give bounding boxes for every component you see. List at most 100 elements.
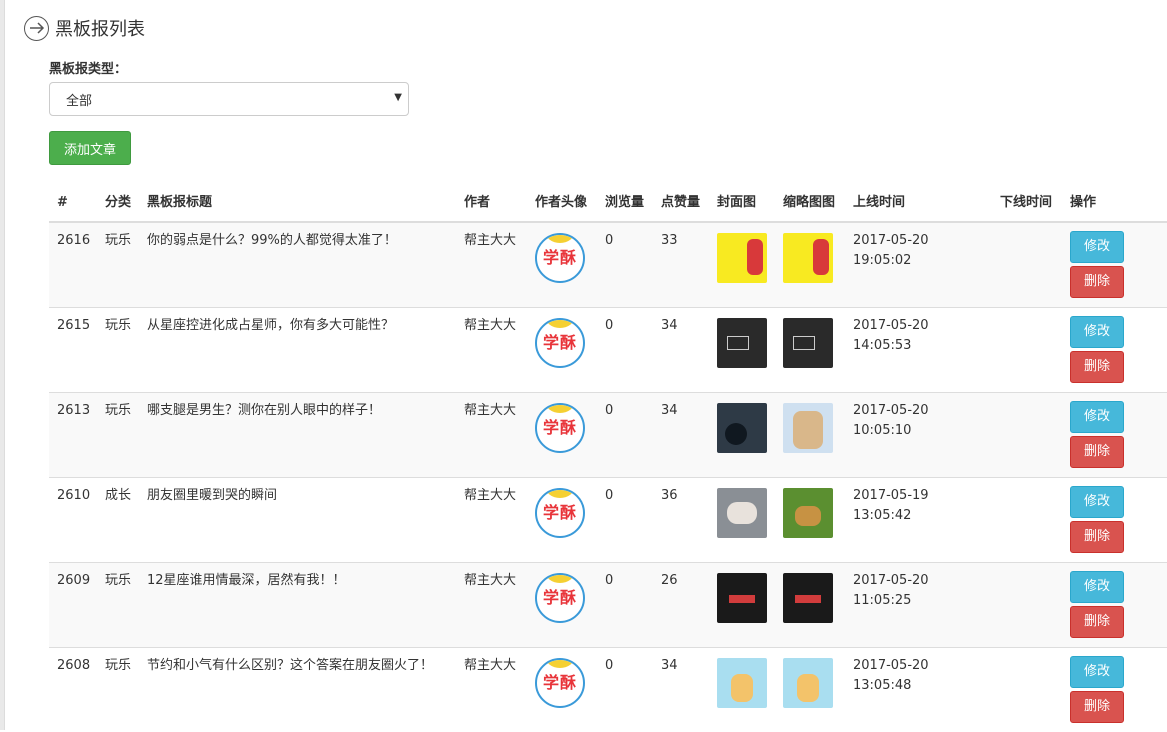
row-offline-time <box>992 476 1062 562</box>
row-views: 0 <box>597 306 653 392</box>
cover-image <box>717 317 767 368</box>
row-likes: 34 <box>653 306 709 392</box>
row-offline-time <box>992 391 1062 477</box>
thumbnail-image <box>783 487 833 538</box>
col-header-thumbnail: 缩略图图 <box>775 171 845 223</box>
col-header-title: 黑板报标题 <box>139 171 456 223</box>
delete-button[interactable]: 删除 <box>1070 350 1124 383</box>
row-id: 2613 <box>49 391 97 477</box>
left-scroll-edge <box>0 0 5 730</box>
row-author: 帮主大大 <box>456 476 527 562</box>
arrow-right-circle-icon <box>24 15 49 41</box>
author-avatar: 学酥 <box>535 487 585 538</box>
table-header-row: # 分类 黑板报标题 作者 作者头像 浏览量 点赞量 封面图 缩略图图 上线时间… <box>49 171 1167 223</box>
row-online-date: 2017-05-20 <box>853 233 929 248</box>
row-likes: 33 <box>653 221 709 307</box>
col-header-views: 浏览量 <box>597 171 653 223</box>
delete-button[interactable]: 删除 <box>1070 520 1124 553</box>
edit-button[interactable]: 修改 <box>1070 570 1124 603</box>
table-row: 2613 玩乐 哪支腿是男生？测你在别人眼中的样子！ 帮主大大 学酥 0 34 … <box>49 391 1167 477</box>
row-category: 玩乐 <box>97 306 139 392</box>
row-online-time: 19:05:02 <box>853 253 912 268</box>
col-header-online-time: 上线时间 <box>845 171 992 223</box>
cover-image <box>717 657 767 708</box>
row-category: 玩乐 <box>97 646 139 732</box>
cover-image <box>717 402 767 453</box>
row-author: 帮主大大 <box>456 221 527 307</box>
add-article-button[interactable]: 添加文章 <box>49 131 131 165</box>
row-id: 2616 <box>49 221 97 307</box>
row-id: 2615 <box>49 306 97 392</box>
cover-image <box>717 572 767 623</box>
cover-image <box>717 487 767 538</box>
col-header-cover: 封面图 <box>709 171 775 223</box>
edit-button[interactable]: 修改 <box>1070 315 1124 348</box>
row-online-date: 2017-05-20 <box>853 402 929 418</box>
avatar-text: 学酥 <box>542 587 577 607</box>
author-avatar: 学酥 <box>535 233 585 283</box>
thumbnail-image <box>783 317 833 368</box>
edit-button[interactable]: 修改 <box>1070 231 1124 263</box>
avatar-text: 学酥 <box>542 332 577 352</box>
row-online-time: 11:05:25 <box>853 592 912 608</box>
delete-button[interactable]: 删除 <box>1070 266 1124 298</box>
table-row: 2616 玩乐 你的弱点是什么？99%的人都觉得太准了！ 帮主大大 学酥 0 3… <box>49 221 1167 307</box>
chevron-down-icon: ▼ <box>394 92 402 103</box>
category-select[interactable]: 全部 ▼ <box>49 82 409 116</box>
row-author: 帮主大大 <box>456 391 527 477</box>
row-id: 2609 <box>49 561 97 647</box>
table-row: 2615 玩乐 从星座控进化成占星师，你有多大可能性？ 帮主大大 学酥 0 34… <box>49 306 1167 392</box>
row-title: 12星座谁用情最深，居然有我！！ <box>139 561 456 647</box>
author-avatar: 学酥 <box>535 572 585 623</box>
blackboard-table: # 分类 黑板报标题 作者 作者头像 浏览量 点赞量 封面图 缩略图图 上线时间… <box>49 171 1167 732</box>
avatar-text: 学酥 <box>542 417 577 437</box>
row-views: 0 <box>597 561 653 647</box>
row-author: 帮主大大 <box>456 306 527 392</box>
avatar-text: 学酥 <box>542 502 577 522</box>
row-title: 朋友圈里暖到哭的瞬间 <box>139 476 456 562</box>
category-select-value: 全部 <box>66 93 93 109</box>
row-title: 节约和小气有什么区别？这个答案在朋友圈火了！ <box>139 646 456 732</box>
row-views: 0 <box>597 646 653 732</box>
edit-button[interactable]: 修改 <box>1070 655 1124 688</box>
thumbnail-image <box>783 233 833 283</box>
row-online-date: 2017-05-20 <box>853 317 929 333</box>
page-header: 黑板报列表 <box>24 14 145 42</box>
row-category: 玩乐 <box>97 391 139 477</box>
row-views: 0 <box>597 221 653 307</box>
col-header-avatar: 作者头像 <box>527 171 597 223</box>
row-category: 成长 <box>97 476 139 562</box>
edit-button[interactable]: 修改 <box>1070 400 1124 433</box>
delete-button[interactable]: 删除 <box>1070 605 1124 638</box>
row-id: 2610 <box>49 476 97 562</box>
col-header-offline-time: 下线时间 <box>992 171 1062 223</box>
col-header-likes: 点赞量 <box>653 171 709 223</box>
row-offline-time <box>992 221 1062 307</box>
avatar-text: 学酥 <box>542 248 577 267</box>
row-author: 帮主大大 <box>456 561 527 647</box>
row-online-time: 14:05:53 <box>853 337 912 353</box>
row-offline-time <box>992 306 1062 392</box>
row-likes: 26 <box>653 561 709 647</box>
row-category: 玩乐 <box>97 221 139 307</box>
delete-button[interactable]: 删除 <box>1070 690 1124 723</box>
edit-button[interactable]: 修改 <box>1070 485 1124 518</box>
thumbnail-image <box>783 572 833 623</box>
row-title: 从星座控进化成占星师，你有多大可能性？ <box>139 306 456 392</box>
row-offline-time <box>992 561 1062 647</box>
row-views: 0 <box>597 391 653 477</box>
row-online-date: 2017-05-20 <box>853 572 929 588</box>
col-header-actions: 操作 <box>1062 171 1167 223</box>
row-title: 你的弱点是什么？99%的人都觉得太准了！ <box>139 221 456 307</box>
row-title: 哪支腿是男生？测你在别人眼中的样子！ <box>139 391 456 477</box>
row-category: 玩乐 <box>97 561 139 647</box>
row-online-time: 13:05:42 <box>853 507 912 523</box>
page-title: 黑板报列表 <box>55 19 145 40</box>
row-online-date: 2017-05-20 <box>853 657 929 673</box>
col-header-author: 作者 <box>456 171 527 223</box>
filter-label: 黑板报类型： <box>49 62 128 77</box>
delete-button[interactable]: 删除 <box>1070 435 1124 468</box>
author-avatar: 学酥 <box>535 317 585 368</box>
row-likes: 34 <box>653 646 709 732</box>
row-offline-time <box>992 646 1062 732</box>
